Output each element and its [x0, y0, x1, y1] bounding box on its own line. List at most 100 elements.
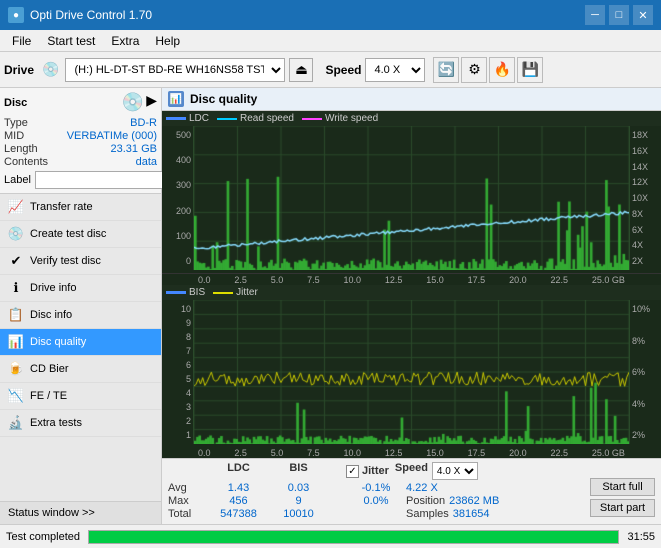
chart1-canvas-area	[194, 126, 629, 270]
chart1-ldc: LDC Read speed Write speed 500 400	[162, 111, 661, 274]
charts-area: LDC Read speed Write speed 500 400	[162, 111, 661, 458]
legend-write-speed: Write speed	[325, 113, 378, 124]
chart2-canvas-area	[194, 300, 629, 444]
sidebar-item-fe-te[interactable]: 📉 FE / TE	[0, 383, 161, 410]
sidebar-item-cd-bier[interactable]: 🍺 CD Bier	[0, 356, 161, 383]
legend-ldc: LDC	[189, 113, 209, 124]
app-icon: ●	[8, 7, 24, 23]
max-jitter: 0.0%	[346, 495, 406, 507]
nav-label-drive-info: Drive info	[30, 282, 76, 294]
chart1-yaxis-right: 18X 16X 14X 12X 10X 8X 6X 4X 2X	[629, 126, 661, 270]
main-content: 📊 Disc quality LDC Read speed	[162, 88, 661, 524]
status-window-button[interactable]: Status window >>	[0, 501, 161, 524]
col-jitter: Jitter	[362, 465, 389, 477]
menu-file[interactable]: File	[4, 32, 39, 50]
speed-dropdown[interactable]: 4.0 X	[365, 58, 425, 82]
start-part-button[interactable]: Start part	[590, 499, 655, 517]
speed-select[interactable]: 4.0 X	[432, 462, 478, 480]
nav-label-create-test-disc: Create test disc	[30, 228, 106, 240]
eject-button[interactable]: ⏏	[289, 58, 313, 82]
type-val: BD-R	[130, 117, 157, 129]
app-title: Opti Drive Control 1.70	[30, 8, 152, 22]
extra-tests-icon: 🔬	[8, 415, 24, 431]
max-ldc: 456	[206, 495, 271, 507]
status-text: Test completed	[6, 531, 80, 543]
mid-val: VERBATIMe (000)	[67, 130, 157, 142]
drive-dropdown[interactable]: (H:) HL-DT-ST BD-RE WH16NS58 TST4	[65, 58, 285, 82]
save-button[interactable]: 💾	[517, 57, 543, 83]
chart1-yaxis-left: 500 400 300 200 100 0	[162, 126, 194, 270]
disc-info-icon: 📋	[8, 307, 24, 323]
sidebar-item-transfer-rate[interactable]: 📈 Transfer rate	[0, 194, 161, 221]
menu-start-test[interactable]: Start test	[39, 32, 103, 50]
chart2-bis: BIS Jitter 10 9 8 7 6 5 4	[162, 285, 661, 447]
nav-label-extra-tests: Extra tests	[30, 417, 82, 429]
toolbar: Drive 💿 (H:) HL-DT-ST BD-RE WH16NS58 TST…	[0, 52, 661, 88]
sidebar-item-drive-info[interactable]: ℹ Drive info	[0, 275, 161, 302]
menu-bar: File Start test Extra Help	[0, 30, 661, 52]
sidebar-item-extra-tests[interactable]: 🔬 Extra tests	[0, 410, 161, 437]
col-bis: BIS	[271, 462, 326, 480]
avg-ldc: 1.43	[206, 482, 271, 494]
disc-panel: Disc 💿 ▶ Type BD-R MID VERBATIMe (000) L…	[0, 88, 161, 194]
avg-jitter: -0.1%	[346, 482, 406, 494]
disc-quality-header-icon: 📊	[168, 91, 184, 107]
sidebar-item-create-test-disc[interactable]: 💿 Create test disc	[0, 221, 161, 248]
pos-val: 23862 MB	[449, 495, 499, 507]
disc-title: Disc	[4, 97, 27, 109]
legend-bis: BIS	[189, 287, 205, 298]
legend-read-speed: Read speed	[240, 113, 294, 124]
contents-key: Contents	[4, 156, 48, 168]
samples-label: Samples	[406, 508, 449, 520]
status-window-label: Status window >>	[8, 507, 95, 519]
col-ldc: LDC	[206, 462, 271, 480]
nav-label-disc-info: Disc info	[30, 309, 72, 321]
fe-te-icon: 📉	[8, 388, 24, 404]
samples-val: 381654	[453, 508, 490, 520]
burn-button[interactable]: 🔥	[489, 57, 515, 83]
mid-key: MID	[4, 130, 24, 142]
drive-label: Drive	[4, 63, 34, 77]
legend-jitter: Jitter	[236, 287, 258, 298]
drive-selector: 💿 (H:) HL-DT-ST BD-RE WH16NS58 TST4 ⏏	[42, 58, 313, 82]
menu-extra[interactable]: Extra	[103, 32, 147, 50]
nav-label-disc-quality: Disc quality	[30, 336, 86, 348]
chart2-yaxis-left: 10 9 8 7 6 5 4 3 2 1	[162, 300, 194, 444]
create-test-disc-icon: 💿	[8, 226, 24, 242]
status-bar: Test completed 31:55	[0, 524, 661, 548]
minimize-button[interactable]: ─	[585, 5, 605, 25]
transfer-rate-icon: 📈	[8, 199, 24, 215]
menu-help[interactable]: Help	[147, 32, 188, 50]
col-speed: Speed	[395, 462, 428, 480]
chart2-canvas	[194, 300, 629, 444]
close-button[interactable]: ✕	[633, 5, 653, 25]
total-label: Total	[168, 508, 206, 520]
sidebar-item-disc-quality[interactable]: 📊 Disc quality	[0, 329, 161, 356]
maximize-button[interactable]: □	[609, 5, 629, 25]
max-label: Max	[168, 495, 206, 507]
start-full-button[interactable]: Start full	[590, 478, 655, 496]
nav-label-cd-bier: CD Bier	[30, 363, 69, 375]
drive-info-icon: ℹ	[8, 280, 24, 296]
chart1-canvas	[194, 126, 629, 270]
label-key: Label	[4, 174, 31, 186]
nav-label-verify-test-disc: Verify test disc	[30, 255, 101, 267]
contents-val: data	[136, 156, 157, 168]
jitter-checkbox[interactable]: ✓	[346, 465, 359, 478]
settings-button[interactable]: ⚙	[461, 57, 487, 83]
main-layout: Disc 💿 ▶ Type BD-R MID VERBATIMe (000) L…	[0, 88, 661, 524]
nav-label-transfer-rate: Transfer rate	[30, 201, 93, 213]
disc-action-icon: ▶	[146, 92, 157, 113]
total-bis: 10010	[271, 508, 326, 520]
length-key: Length	[4, 143, 38, 155]
toolbar-icons: 🔄 ⚙ 🔥 💾	[433, 57, 543, 83]
chart2-yaxis-right: 10% 8% 6% 4% 2%	[629, 300, 661, 444]
sidebar-item-disc-info[interactable]: 📋 Disc info	[0, 302, 161, 329]
sidebar-item-verify-test-disc[interactable]: ✔ Verify test disc	[0, 248, 161, 275]
speed-label: Speed	[325, 63, 361, 77]
progress-fill	[89, 531, 618, 543]
avg-speed: 4.22 X	[406, 482, 438, 494]
length-val: 23.31 GB	[111, 143, 157, 155]
refresh-button[interactable]: 🔄	[433, 57, 459, 83]
label-input[interactable]	[35, 171, 183, 189]
